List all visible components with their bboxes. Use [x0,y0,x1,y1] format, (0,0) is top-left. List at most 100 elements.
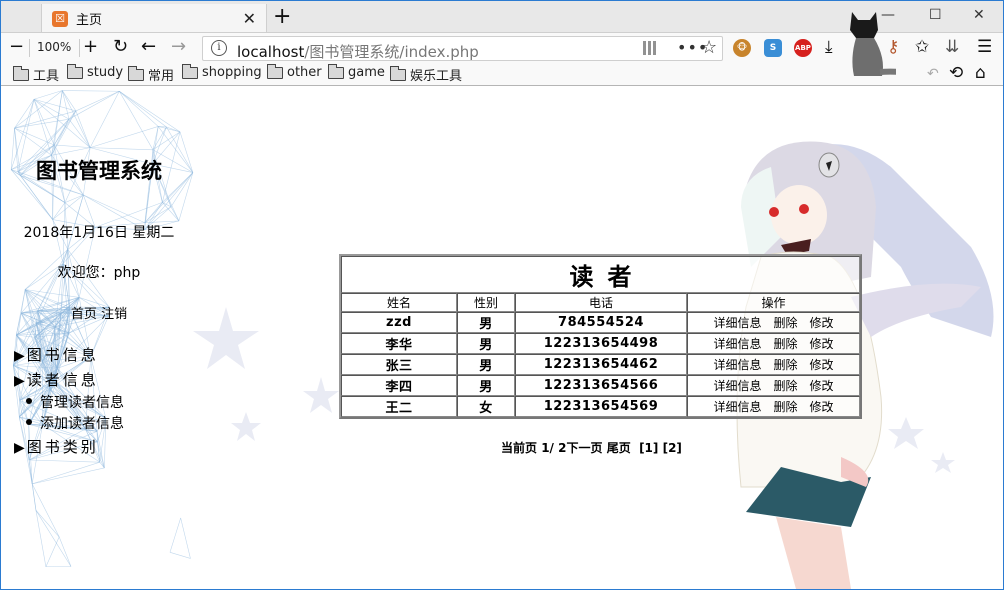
bookmark-folder[interactable]: study [67,63,124,80]
edit-link[interactable]: 修改 [810,400,834,414]
bookmark-folder[interactable]: game [328,63,385,80]
menu-add-reader[interactable]: 添加读者信息 [14,414,124,435]
close-window-button[interactable]: ✕ [973,7,985,23]
maximize-button[interactable]: ☐ [929,7,942,23]
reload-icon[interactable]: ↻ [113,36,128,58]
table-row: 王二 女 122313654569 详细信息 删除 修改 [341,396,860,417]
forward-icon[interactable]: → [171,36,186,58]
divider [79,39,80,57]
delete-link[interactable]: 删除 [773,337,797,351]
zoom-level[interactable]: 100% [37,40,71,54]
adblock-plus-icon[interactable]: ABP [794,39,812,57]
submenu-label: 添加读者信息 [40,416,124,432]
reader-name: 李华 [341,333,457,354]
tampermonkey-icon[interactable]: 🐵 [733,39,751,57]
bookmark-star-icon[interactable]: ☆ [701,37,717,58]
menu-label: 读者信息 [26,371,99,389]
home-link[interactable]: 首页 [71,307,97,322]
edit-link[interactable]: 修改 [810,337,834,351]
reader-phone: 784554524 [515,312,687,333]
tab-title: 主页 [76,13,103,28]
zoom-out-button[interactable]: − [9,36,24,58]
info-icon[interactable]: i [211,40,227,56]
s-extension-icon[interactable]: S [764,39,782,57]
bookmark-label: game [348,65,385,80]
menu-book-category[interactable]: ▶ 图书类别 [14,435,124,460]
bookmark-folder[interactable]: shopping [182,63,262,80]
url-host: localhost [237,43,305,61]
folder-icon [13,65,29,81]
menu-reader-info[interactable]: ▶ 读者信息 [14,368,124,393]
new-tab-button[interactable]: + [273,4,291,30]
triangle-right-icon: ▶ [14,373,25,389]
url-text[interactable]: localhost/图书管理系统/index.php [237,41,479,62]
edit-link[interactable]: 修改 [810,358,834,372]
delete-link[interactable]: 删除 [773,358,797,372]
menu-manage-readers[interactable]: 管理读者信息 [14,393,124,414]
folder-icon [267,63,283,79]
download-manager-icon[interactable]: ⇊ [945,37,959,57]
star-shape [231,412,261,441]
undo-icon[interactable]: ↶ [927,64,939,84]
sidebar: 图书管理系统 2018年1月16日 星期二 欢迎您：php 首页 注销 ▶ 图书信… [1,87,197,589]
star-shape [193,307,259,369]
reader-name: 张三 [341,354,457,375]
table-row: zzd 男 784554524 详细信息 删除 修改 [341,312,860,333]
details-link[interactable]: 详细信息 [713,400,761,414]
page-link-1[interactable]: [1] [639,441,658,455]
history-icon[interactable]: ⟲ [949,63,963,83]
reader-name: 王二 [341,396,457,417]
back-icon[interactable]: ← [141,36,156,58]
bookmark-folder[interactable]: 常用 [128,65,174,84]
url-bar[interactable]: i localhost/图书管理系统/index.php ••• ☆ [202,36,723,61]
sidebar-menu: ▶ 图书信息 ▶ 读者信息 管理读者信息 添加读者信息 ▶ 图书类别 [14,343,124,460]
cat-theme-decoration [850,12,896,76]
xampp-icon: ☒ [52,10,68,27]
table-row: 张三 男 122313654462 详细信息 删除 修改 [341,354,860,375]
submenu-label: 管理读者信息 [40,395,124,411]
next-page-link[interactable]: 下一页 [566,441,602,455]
details-link[interactable]: 详细信息 [713,379,761,393]
reader-gender: 男 [457,375,515,396]
reading-star-icon[interactable]: ✩ [915,37,929,57]
header-links: 首页 注销 [1,303,197,322]
delete-link[interactable]: 删除 [773,316,797,330]
details-link[interactable]: 详细信息 [713,358,761,372]
current-date: 2018年1月16日 星期二 [23,225,175,241]
delete-link[interactable]: 删除 [773,379,797,393]
current-page: 1/ [541,441,554,455]
header-phone: 电话 [515,293,687,312]
reader-actions: 详细信息 删除 修改 [687,396,860,417]
url-path: /图书管理系统/index.php [304,43,479,61]
menu-book-info[interactable]: ▶ 图书信息 [14,343,124,368]
reader-actions: 详细信息 删除 修改 [687,312,860,333]
bookmark-folder[interactable]: 工具 [13,65,59,84]
reader-gender: 男 [457,333,515,354]
bullet-icon [26,419,32,425]
qr-code-icon[interactable] [643,41,657,55]
bookmark-label: study [87,65,124,80]
star-shape [303,377,339,413]
zoom-in-button[interactable]: + [83,36,98,58]
home-icon[interactable]: ⌂ [975,63,986,83]
details-link[interactable]: 详细信息 [713,316,761,330]
details-link[interactable]: 详细信息 [713,337,761,351]
bookmark-label: 娱乐工具 [410,69,463,84]
tab-home[interactable]: ☒ 主页 ✕ [41,4,267,33]
bookmark-folder[interactable]: other [267,63,322,80]
bookmark-folder[interactable]: 娱乐工具 [390,65,462,84]
delete-link[interactable]: 删除 [773,400,797,414]
folder-icon [390,65,406,81]
page-link-2[interactable]: [2] [663,441,682,455]
reader-actions: 详细信息 删除 修改 [687,354,860,375]
folder-icon [128,65,144,81]
menu-icon[interactable]: ☰ [977,37,992,57]
edit-link[interactable]: 修改 [810,316,834,330]
triangle-right-icon: ▶ [14,440,25,456]
close-tab-icon[interactable]: ✕ [243,9,256,28]
logout-link[interactable]: 注销 [101,307,127,322]
edit-link[interactable]: 修改 [810,379,834,393]
table-row: 李华 男 122313654498 详细信息 删除 修改 [341,333,860,354]
download-icon[interactable]: ⤓ [825,37,833,57]
last-page-link[interactable]: 尾页 [607,441,631,455]
